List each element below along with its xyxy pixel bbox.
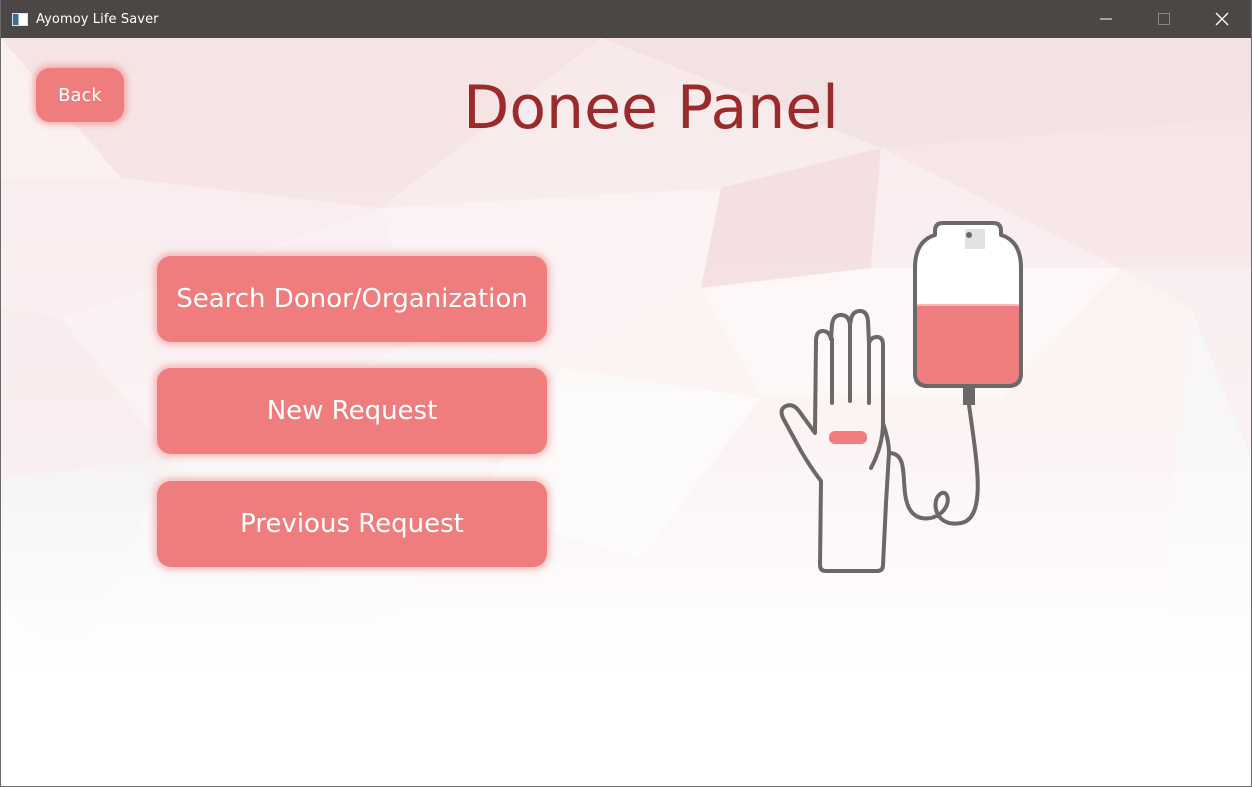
window-controls [1077, 0, 1251, 38]
close-button[interactable] [1193, 0, 1251, 38]
window-title: Ayomoy Life Saver [36, 11, 159, 27]
page-title: Donee Panel [463, 73, 839, 143]
new-request-button[interactable]: New Request [157, 368, 547, 454]
close-icon [1215, 12, 1229, 26]
main-content: Back Donee Panel Search Donor/Organizati… [1, 38, 1251, 786]
previous-request-button[interactable]: Previous Request [157, 481, 547, 567]
app-icon [12, 12, 28, 26]
minimize-icon [1100, 18, 1112, 20]
search-donor-organization-button[interactable]: Search Donor/Organization [157, 256, 547, 342]
blood-transfusion-icon [779, 221, 1023, 573]
back-button[interactable]: Back [36, 68, 124, 122]
maximize-icon [1158, 13, 1170, 25]
app-window: Ayomoy Life Saver Back Donee Panel Searc… [0, 0, 1252, 787]
maximize-button[interactable] [1135, 0, 1193, 38]
minimize-button[interactable] [1077, 0, 1135, 38]
title-bar: Ayomoy Life Saver [1, 0, 1251, 38]
